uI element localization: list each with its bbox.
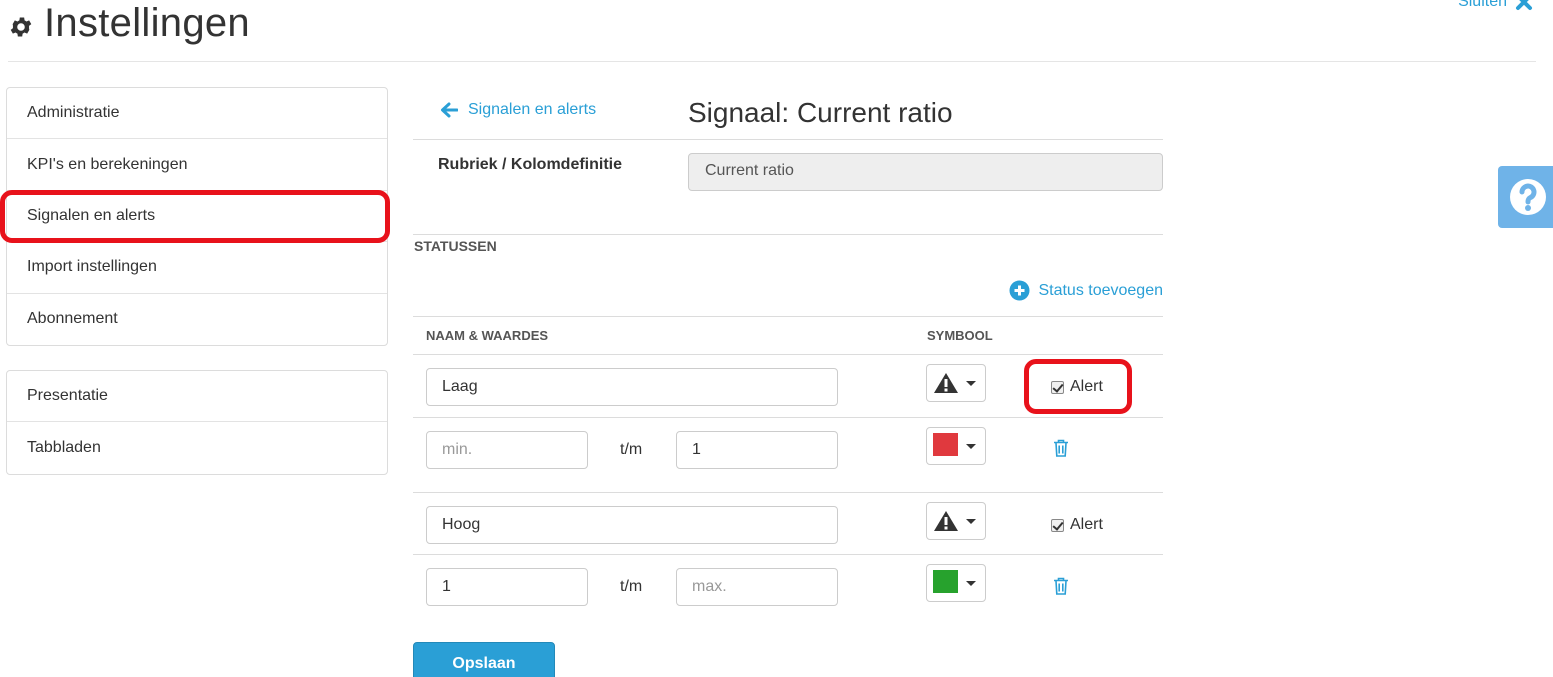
color-swatch-red xyxy=(933,433,958,456)
checkbox-checked[interactable] xyxy=(1051,518,1064,532)
chevron-down-icon xyxy=(966,581,976,586)
range-separator: t/m xyxy=(620,578,643,595)
sidebar-item-presentatie[interactable]: Presentatie xyxy=(7,371,387,423)
rubriek-label: Rubriek / Kolomdefinitie xyxy=(438,156,623,173)
sidebar-item-abonnement[interactable]: Abonnement xyxy=(7,294,387,345)
alert-label: Alert xyxy=(1070,378,1103,395)
column-header-name: NAAM & WAARDES xyxy=(426,328,549,343)
sidebar-item-tabbladen[interactable]: Tabbladen xyxy=(7,422,387,473)
chevron-down-icon xyxy=(966,381,976,386)
chevron-down-icon xyxy=(966,444,976,449)
column-header-symbol: SYMBOOL xyxy=(927,328,993,343)
add-status-button[interactable]: Status toevoegen xyxy=(1009,280,1163,301)
trash-icon[interactable] xyxy=(1053,577,1069,595)
sidebar-menu-settings: Administratie KPI's en berekeningen Sign… xyxy=(6,87,388,346)
sidebar-menu-display: Presentatie Tabbladen xyxy=(6,370,388,475)
divider xyxy=(413,417,1163,418)
page-header: Instellingen Sluiten xyxy=(0,0,1553,62)
symbol-dropdown[interactable] xyxy=(926,364,986,402)
sidebar-item-kpis[interactable]: KPI's en berekeningen xyxy=(7,139,387,191)
color-dropdown[interactable] xyxy=(926,427,986,465)
table-header-bottom-border xyxy=(413,354,1163,355)
help-tab[interactable] xyxy=(1498,166,1553,228)
divider xyxy=(413,234,1163,235)
alert-checkbox[interactable]: Alert xyxy=(1051,378,1103,396)
sidebar-item-signalen[interactable]: Signalen en alerts xyxy=(7,191,387,243)
max-input[interactable] xyxy=(676,568,838,606)
close-icon xyxy=(1516,0,1532,10)
color-swatch-green xyxy=(933,570,958,593)
arrow-left-icon xyxy=(441,102,458,118)
close-label: Sluiten xyxy=(1458,0,1507,10)
add-status-label: Status toevoegen xyxy=(1038,281,1163,299)
min-input[interactable] xyxy=(426,568,588,606)
checkbox-checked[interactable] xyxy=(1051,380,1064,394)
max-input[interactable] xyxy=(676,431,838,469)
back-link[interactable]: Signalen en alerts xyxy=(440,101,596,119)
sidebar-item-import[interactable]: Import instellingen xyxy=(7,242,387,294)
back-link-label: Signalen en alerts xyxy=(468,101,597,118)
warning-icon xyxy=(934,373,958,393)
page-title: Instellingen xyxy=(44,1,250,45)
sidebar-item-administratie[interactable]: Administratie xyxy=(7,88,387,140)
symbol-dropdown[interactable] xyxy=(926,502,986,540)
gear-icon xyxy=(10,17,32,37)
alert-checkbox[interactable]: Alert xyxy=(1051,516,1103,534)
table-header-top-border xyxy=(413,316,1163,317)
divider xyxy=(413,139,1163,140)
status-name-input[interactable] xyxy=(426,506,838,544)
plus-circle-icon xyxy=(1009,280,1030,301)
divider xyxy=(413,554,1163,555)
min-input[interactable] xyxy=(426,431,588,469)
range-separator: t/m xyxy=(620,441,643,458)
rubriek-field: Current ratio xyxy=(688,153,1163,191)
alert-label: Alert xyxy=(1070,516,1103,533)
color-dropdown[interactable] xyxy=(926,564,986,602)
chevron-down-icon xyxy=(966,519,976,524)
signal-title: Signaal: Current ratio xyxy=(688,97,953,128)
header-divider xyxy=(8,61,1536,62)
save-button[interactable]: Opslaan xyxy=(413,642,555,677)
question-circle-icon xyxy=(1510,179,1546,215)
close-button[interactable]: Sluiten xyxy=(1458,0,1533,11)
section-title-statussen: STATUSSEN xyxy=(414,238,497,254)
trash-icon[interactable] xyxy=(1053,439,1069,457)
divider xyxy=(413,492,1163,493)
status-name-input[interactable] xyxy=(426,368,838,406)
warning-icon xyxy=(934,511,958,531)
